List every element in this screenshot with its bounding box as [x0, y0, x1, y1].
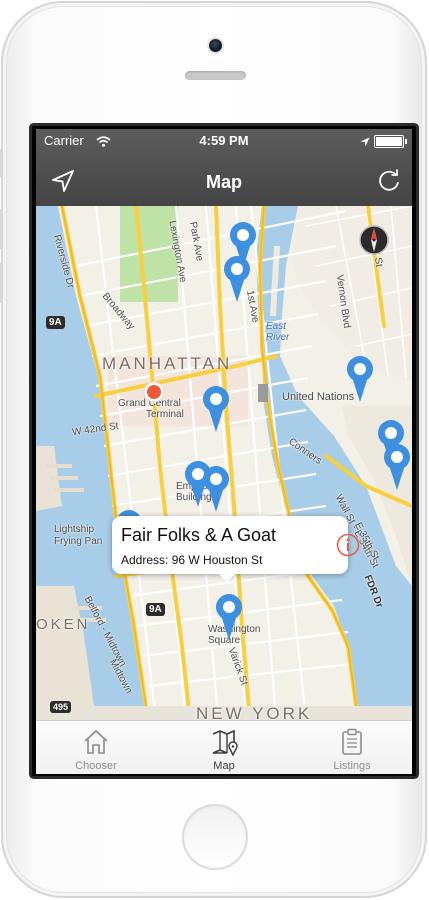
app-screen: Carrier 4:59 PM Map MANHATTAN NEW YORK G… [36, 129, 412, 774]
earpiece-speaker [185, 71, 246, 80]
top-bar: Carrier 4:59 PM Map [36, 129, 412, 206]
phone-screen: Carrier 4:59 PM Map MANHATTAN NEW YORK G… [32, 126, 416, 776]
callout-address: Address: 96 W Houston St [121, 553, 263, 567]
tab-chooser[interactable]: Chooser [36, 721, 156, 774]
status-bar: Carrier 4:59 PM [36, 129, 412, 151]
label-frying-pan: Frying Pan [54, 536, 103, 547]
refresh-icon[interactable] [376, 168, 402, 199]
label-hwy-9a-2: 9A [146, 603, 165, 616]
label-manhattan: MANHATTAN [102, 354, 233, 373]
label-united-nations: United Nations [282, 391, 355, 403]
label-east-river-2: River [266, 332, 290, 343]
front-camera [209, 39, 222, 52]
tab-listings[interactable]: Listings [292, 721, 412, 774]
home-button[interactable] [182, 804, 248, 870]
label-east-river-1: East [266, 321, 287, 332]
map-callout[interactable]: Fair Folks & A Goat Address: 96 W Housto… [112, 516, 360, 582]
map-pin-icon [212, 729, 238, 756]
status-time: 4:59 PM [199, 133, 249, 148]
battery-level-fill [376, 137, 402, 146]
tab-map[interactable]: Map [164, 721, 284, 774]
mute-switch [0, 149, 2, 177]
tab-bar: Chooser Map Listings [36, 720, 412, 774]
label-oken: OKEN [36, 616, 91, 633]
label-hwy-495: 495 [50, 701, 72, 713]
location-services-icon [360, 135, 370, 150]
label-lightship: Lightship [54, 524, 95, 535]
clipboard-icon [342, 728, 362, 755]
label-hwy-9a-1: 9A [46, 316, 65, 329]
label-terminal: Terminal [146, 409, 184, 420]
volume-down-button [0, 263, 2, 303]
battery-icon [374, 135, 407, 148]
nav-title: Map [206, 172, 242, 192]
callout-title: Fair Folks & A Goat [121, 525, 277, 545]
house-icon [84, 729, 108, 754]
map-view[interactable]: MANHATTAN NEW YORK Grand Central Termina… [36, 206, 412, 720]
tab-label-chooser: Chooser [75, 760, 117, 772]
iphone-frame: Carrier 4:59 PM Map MANHATTAN NEW YORK G… [0, 1, 427, 898]
volume-up-button [0, 209, 2, 249]
label-new-york: NEW YORK [196, 704, 313, 720]
tab-label-listings: Listings [333, 760, 371, 772]
tab-label-map: Map [213, 760, 235, 772]
